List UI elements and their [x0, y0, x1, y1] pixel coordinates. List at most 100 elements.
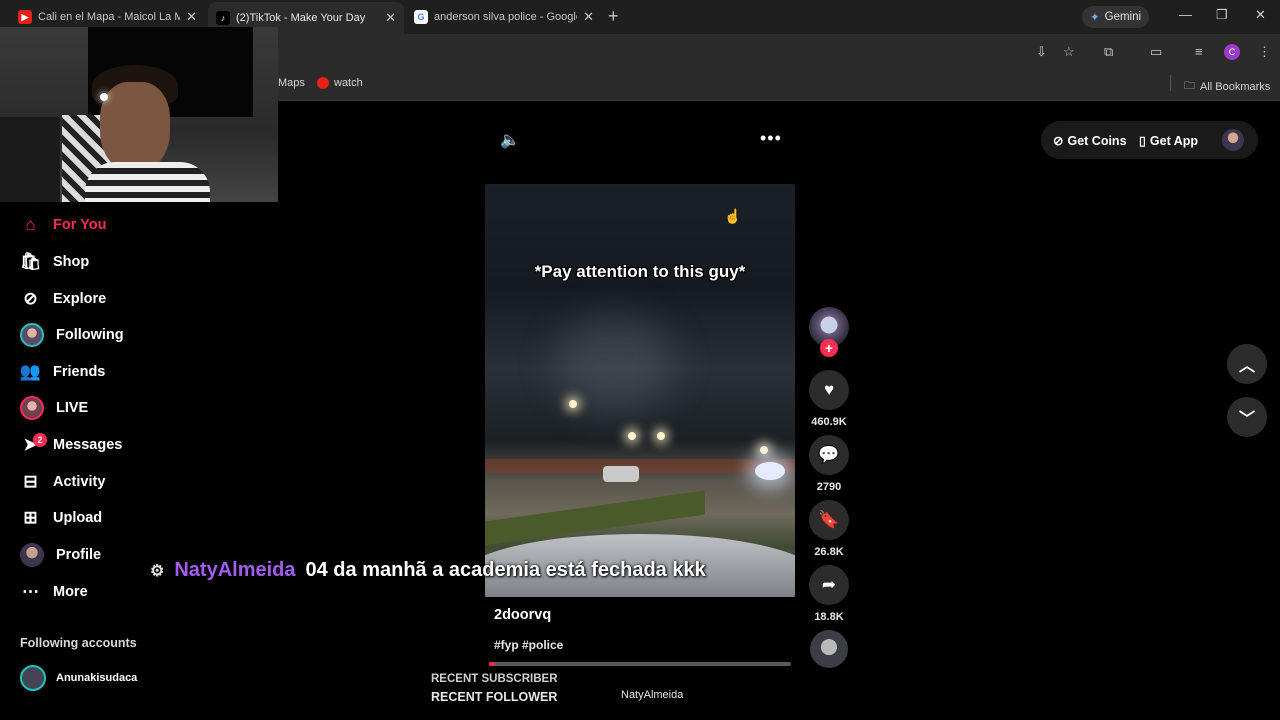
install-app-icon[interactable]: ⇩ [1036, 44, 1047, 60]
share-arrow-icon: ➦ [821, 575, 837, 594]
video-hashtags[interactable]: #fyp #police [494, 638, 563, 652]
compass-icon: ⊘ [23, 289, 38, 308]
get-app-label: Get App [1149, 133, 1199, 148]
volume-icon[interactable]: 🔈 [500, 130, 520, 150]
get-app-button[interactable]: ▯ Get App [1139, 133, 1199, 149]
save-button[interactable]: 🔖 [809, 500, 849, 540]
user-avatar[interactable] [1222, 129, 1244, 151]
comment-bubble-icon: 💬 [818, 445, 840, 464]
tab-title: (2)TikTok - Make Your Day [236, 12, 366, 24]
save-count: 26.8K [814, 546, 844, 558]
following-account-item[interactable]: Anunakisudaca [20, 665, 137, 691]
sidebar-item-more[interactable]: ⋯ More [20, 580, 88, 604]
following-accounts-title: Following accounts [20, 636, 137, 650]
close-icon[interactable]: ✕ [186, 9, 197, 25]
google-icon: G [414, 10, 428, 24]
gemini-label: Gemini [1104, 11, 1142, 23]
sidebar-item-label: Messages [53, 437, 123, 453]
browser-tab-3[interactable]: G anderson silva police - Google ✕ [406, 4, 602, 30]
extensions-icon[interactable]: ⧉ [1104, 44, 1113, 60]
sidebar-item-for-you[interactable]: ⌂ For You [20, 213, 106, 237]
sidebar-item-label: Shop [53, 254, 90, 270]
profile-avatar-icon [20, 543, 44, 567]
sidebar-item-label: Activity [53, 474, 106, 490]
hand-cursor-icon: ☝ [724, 208, 742, 224]
chat-text: 04 da manhã a academia está fechada kkk [305, 559, 706, 581]
recent-follower-label: RECENT FOLLOWER [431, 690, 558, 704]
sidebar-item-label: More [53, 584, 88, 600]
restore-icon[interactable]: ❐ [1216, 7, 1228, 23]
video-player[interactable]: *Pay attention to this guy* [485, 184, 795, 597]
sidebar-item-activity[interactable]: ⊟ Activity [20, 470, 105, 494]
bookmark-label: Maps [278, 77, 305, 89]
shopping-bag-icon: 🛍 [19, 252, 42, 271]
video-progress-bar[interactable] [489, 662, 791, 666]
stream-chat-message: ⚙ NatyAlmeida 04 da manhã a academia est… [150, 559, 706, 582]
avatar-icon [20, 323, 44, 347]
tab-title: Cali en el Mapa - Maicol La M [38, 11, 181, 23]
new-tab-icon[interactable]: + [608, 6, 619, 27]
music-disc[interactable] [810, 630, 848, 668]
like-button[interactable]: ♥ [809, 370, 849, 410]
gemini-sparkle-icon: ✦ [1090, 12, 1100, 24]
phone-icon: ▯ [1139, 134, 1146, 148]
chevron-down-icon: ﹀ [1238, 411, 1255, 428]
gemini-button[interactable]: ✦ Gemini [1082, 6, 1150, 28]
plus-square-icon: ⊞ [23, 508, 38, 527]
tiktok-icon: ♪ [216, 11, 230, 25]
sidebar-item-friends[interactable]: 👥 Friends [20, 360, 105, 384]
side-panel-icon[interactable]: ▭ [1150, 44, 1162, 60]
media-control-icon[interactable]: ≡ [1195, 44, 1203, 59]
comment-count: 2790 [816, 481, 842, 493]
more-dots-icon: ⋯ [22, 582, 39, 601]
video-caption: *Pay attention to this guy* [534, 262, 746, 281]
video-progress-fill [489, 662, 496, 666]
coin-icon: ⊘ [1053, 134, 1064, 148]
more-options-icon[interactable]: ••• [760, 128, 782, 149]
divider [1170, 75, 1171, 91]
youtube-icon [317, 77, 329, 89]
sidebar-item-profile[interactable]: Profile [20, 543, 101, 567]
comment-button[interactable]: 💬 [809, 435, 849, 475]
bookmark-star-icon[interactable]: ☆ [1063, 44, 1075, 60]
previous-video-button[interactable]: ︿ [1227, 344, 1267, 384]
follow-plus-icon[interactable]: + [820, 339, 838, 357]
sidebar-item-label: Friends [53, 364, 106, 380]
close-icon[interactable]: ✕ [583, 9, 594, 25]
sidebar-item-following[interactable]: Following [20, 323, 124, 347]
live-avatar-icon [20, 396, 44, 420]
window-close-icon[interactable]: ✕ [1255, 7, 1266, 23]
menu-kebab-icon[interactable]: ⋮ [1258, 44, 1271, 60]
sidebar-item-label: Following [56, 327, 124, 343]
all-bookmarks-button[interactable]: 🗀 All Bookmarks [1184, 77, 1270, 96]
home-icon: ⌂ [25, 215, 36, 234]
sidebar-item-explore[interactable]: ⊘ Explore [20, 287, 106, 311]
get-coins-button[interactable]: ⊘ Get Coins [1053, 133, 1127, 149]
webcam-overlay [0, 27, 278, 202]
sidebar-item-label: Profile [56, 547, 102, 563]
friends-icon: 👥 [19, 362, 42, 381]
bookmark-maps[interactable]: Maps [278, 77, 305, 89]
profile-avatar-button[interactable]: C [1224, 44, 1240, 60]
youtube-icon: ▶ [18, 10, 32, 24]
tab-title: anderson silva police - Google [434, 11, 578, 23]
sidebar-item-shop[interactable]: 🛍 Shop [19, 250, 90, 274]
chat-username: NatyAlmeida [174, 559, 296, 581]
minimize-icon[interactable]: — [1179, 7, 1192, 22]
folder-icon: 🗀 [1184, 80, 1195, 92]
account-name: Anunakisudaca [56, 672, 138, 684]
share-count: 18.8K [814, 611, 844, 623]
video-author[interactable]: 2doorvq [494, 607, 551, 623]
close-icon[interactable]: ✕ [385, 10, 396, 26]
bookmark-watch[interactable]: watch [317, 77, 363, 89]
sidebar-item-label: For You [53, 217, 107, 233]
sidebar-item-label: Explore [53, 291, 107, 307]
bookmark-label: watch [334, 77, 363, 89]
messages-badge: 2 [33, 433, 47, 447]
recent-follower-name: NatyAlmeida [621, 689, 684, 701]
next-video-button[interactable]: ﹀ [1227, 397, 1267, 437]
sidebar-item-live[interactable]: LIVE [20, 396, 88, 420]
sidebar-item-upload[interactable]: ⊞ Upload [20, 506, 102, 530]
sidebar-item-label: LIVE [56, 400, 89, 416]
share-button[interactable]: ➦ [809, 565, 849, 605]
